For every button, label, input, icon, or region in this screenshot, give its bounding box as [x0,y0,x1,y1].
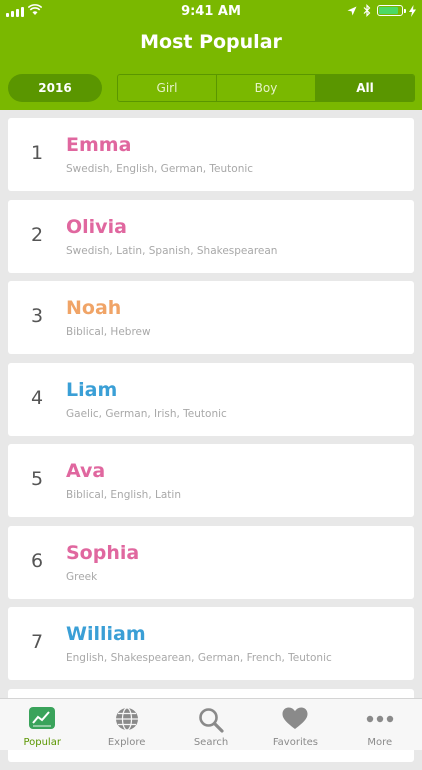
name-label: Sophia [66,541,140,564]
tab-label: More [367,737,393,748]
header: 9:41 AM Most Popular 2016 Girl Boy All [0,0,422,110]
origins-label: Greek [66,570,98,583]
location-arrow-icon [347,6,357,15]
rank: 3 [30,305,44,327]
tab-label: Explore [107,737,146,748]
origins-label: Swedish, Latin, Spanish, Shakespearean [66,244,278,257]
heart-icon [282,707,308,729]
tab-popular[interactable]: Popular [0,699,84,750]
name-label: Liam [66,378,118,401]
name-label: Emma [66,134,132,156]
bluetooth-icon [363,4,371,17]
page-title: Most Popular [140,31,282,53]
segment-boy[interactable]: Boy [217,75,316,101]
tab-bar: Popular Explore Search Favorites More [0,698,422,750]
origins-label: Biblical, English, Latin [66,489,181,501]
battery-icon [377,5,406,16]
charging-bolt-icon [409,4,416,17]
origins-label: Gaelic, German, Irish, Teutonic [66,407,227,420]
status-bar: 9:41 AM [0,0,422,24]
rank: 4 [30,386,44,409]
names-list: 1 Emma Swedish, English, German, Teutoni… [8,118,414,770]
rank: 6 [30,549,44,572]
name-card[interactable]: 1 Emma Swedish, English, German, Teutoni… [8,118,414,191]
search-icon [199,708,224,733]
tab-label: Popular [23,737,61,748]
tab-label: Search [193,737,229,748]
tab-favorites[interactable]: Favorites [253,699,337,750]
origins-label: Swedish, English, German, Teutonic [66,163,254,175]
rank: 5 [30,468,44,490]
name-card[interactable]: 3 Noah Biblical, Hebrew [8,281,414,354]
tab-explore[interactable]: Explore [84,699,168,750]
trending-chart-icon [29,707,56,729]
name-label: William [66,623,146,645]
name-label: Noah [66,297,122,319]
globe-icon [115,707,138,731]
gender-filter: Girl Boy All [117,74,415,102]
tab-more[interactable]: More [338,699,422,750]
tab-label: Favorites [272,737,318,748]
more-icon [366,715,394,723]
rank: 7 [30,631,44,653]
segment-all[interactable]: All [316,75,414,101]
name-card[interactable]: 2 Olivia Swedish, Latin, Spanish, Shakes… [8,199,414,273]
rank: 2 [30,223,44,246]
name-card[interactable]: 7 William English, Shakespearean, German… [8,607,414,680]
segment-girl[interactable]: Girl [118,75,217,101]
name-label: Olivia [66,215,127,238]
name-label: Ava [66,460,106,482]
origins-label: English, Shakespearean, German, French, … [66,652,332,664]
name-card[interactable]: 4 Liam Gaelic, German, Irish, Teutonic [8,362,414,436]
origins-label: Biblical, Hebrew [66,326,151,338]
name-card[interactable]: 6 Sophia Greek [8,525,414,599]
name-card[interactable]: 5 Ava Biblical, English, Latin [8,444,414,517]
tab-search[interactable]: Search [169,699,253,750]
year-selector[interactable]: 2016 [8,74,102,102]
status-indicators [347,4,416,17]
rank: 1 [30,142,44,164]
